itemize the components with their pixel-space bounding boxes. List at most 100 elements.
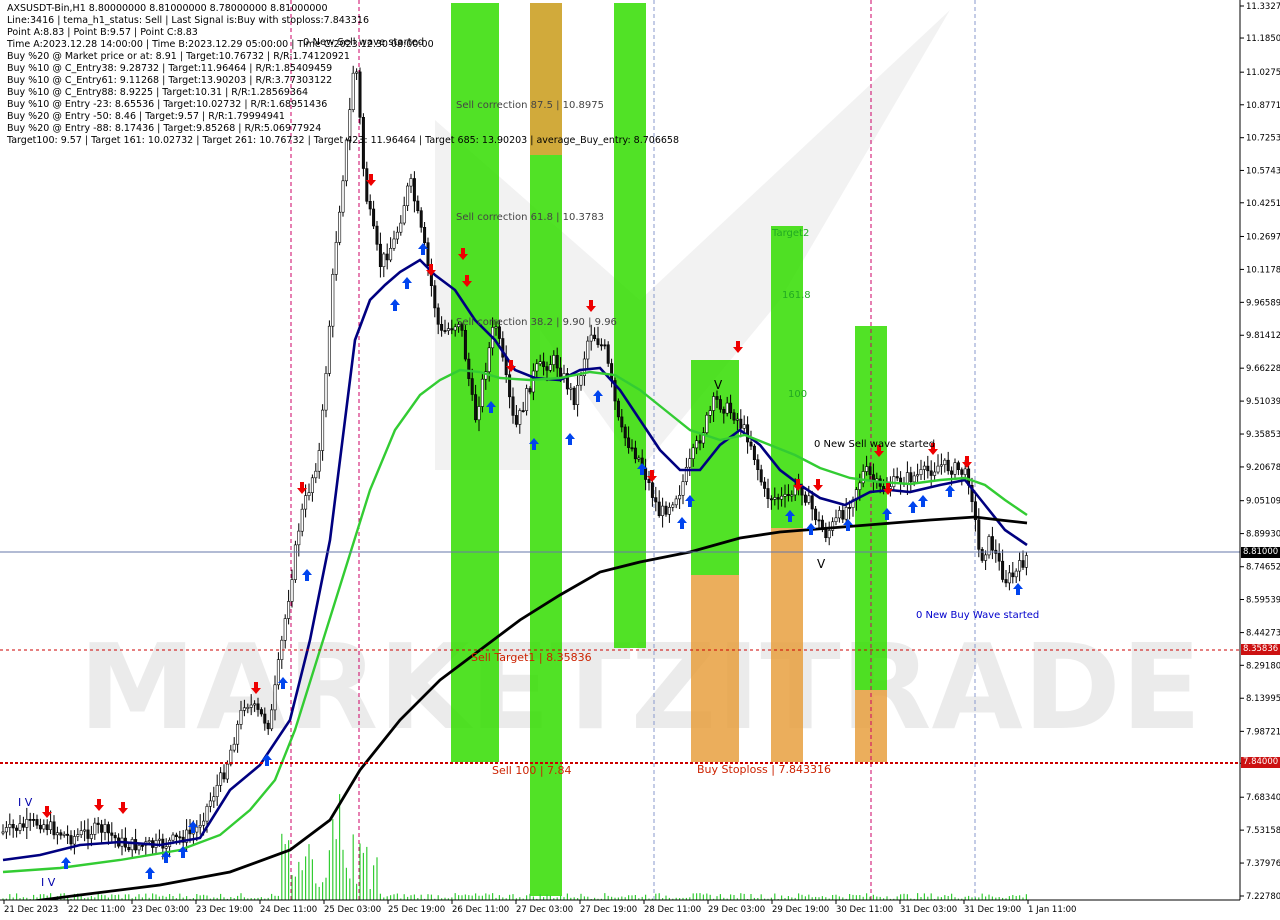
candle-body [416,200,420,211]
candle-body [219,772,223,786]
candle-body [49,821,53,830]
price-tick-label: 9.20678 [1246,463,1280,473]
price-tick-label: 8.13995 [1246,694,1280,704]
candle-body [423,227,427,244]
info-panel: AXSUSDT-Bin,H1 8.80000000 8.81000000 8.7… [7,3,679,147]
candle-body [572,387,576,406]
candle-body [86,829,90,839]
candle-body [246,707,250,709]
candle-body [776,497,780,500]
candle-body [766,488,770,499]
candle-body [695,440,699,449]
candle-body [514,415,518,425]
candle-body [334,242,338,275]
candle-body [953,462,957,475]
candle-body [4,827,8,833]
candle-body [222,772,226,780]
annotation-new-buy-wave: 0 New Buy Wave started [916,610,1040,621]
candle-body [412,178,416,202]
candle-body [739,418,743,429]
candle-body [868,466,872,475]
zone-bar [771,528,803,762]
candle-body [317,450,321,472]
candle-body [946,459,950,472]
candle-body [96,822,100,825]
candle-body [667,506,671,515]
candle-body [807,495,811,503]
candle-body [232,743,236,751]
price-tick-label: 11.1850 [1246,34,1280,44]
candle-body [11,823,15,829]
candle-body [256,703,260,710]
candle-body [606,344,610,364]
candle-body [708,410,712,416]
candle-body [174,834,178,838]
price-tick-label: 9.66228 [1246,364,1280,374]
candle-body [314,470,318,479]
candle-body [450,328,454,331]
candle-body [263,713,267,724]
time-tick-label: 23 Dec 03:00 [132,905,189,915]
candle-body [769,498,773,501]
price-tick-label: 8.59539 [1246,595,1280,605]
candle-body [242,707,246,711]
zone-bar [691,360,739,575]
candle-body [147,840,151,843]
candle-body [548,364,552,371]
price-tick-label: 9.81412 [1246,331,1280,341]
candle-body [103,824,107,833]
candle-body [409,178,413,187]
candle-body [810,495,814,510]
time-tick-label: 1 Jan 11:00 [1028,905,1076,915]
candle-body [45,824,49,831]
candle-body [290,579,294,602]
candle-body [633,447,637,460]
candle-body [52,821,56,836]
candle-body [331,273,335,327]
candle-body [426,242,430,267]
candle-body [171,834,175,841]
candle-body [69,835,73,845]
candle-body [576,384,580,405]
time-tick-label: 26 Dec 11:00 [452,905,509,915]
candle-body [1024,555,1028,568]
time-tick-label: 25 Dec 03:00 [324,905,381,915]
candle-body [827,530,831,539]
candle-body [419,210,423,228]
candle-body [72,836,76,845]
candle-body [382,253,386,267]
candle-body [15,827,19,831]
candle-body [208,800,212,807]
candle-body [1021,560,1025,568]
candle-body [212,796,216,802]
candle-body [678,494,682,500]
candle-body [657,501,661,516]
candle-body [956,462,960,471]
annotation-v-label-2: V [817,557,826,571]
candle-body [497,326,501,339]
candle-body [66,833,70,836]
price-tick-label: 7.68340 [1246,793,1280,803]
annotation-sell-correction-618: Sell correction 61.8 | 10.3783 [456,212,605,223]
candle-body [698,440,702,444]
candle-body [589,334,593,342]
candle-body [79,830,83,835]
price-tick-label: 10.2697 [1246,232,1280,242]
candle-body [443,330,447,332]
candle-body [936,465,940,473]
time-tick-label: 29 Dec 19:00 [772,905,829,915]
candle-body [239,709,243,725]
annotation-sell-correction-875: Sell correction 87.5 | 10.8975 [456,100,605,111]
candle-body [616,400,620,418]
price-tick-label: 9.35853 [1246,430,1280,440]
candle-body [732,412,736,421]
time-tick-label: 31 Dec 03:00 [900,905,957,915]
candle-body [837,510,841,519]
candle-body [834,517,838,522]
candle-body [178,836,182,839]
candle-body [1018,560,1022,572]
candle-body [926,465,930,472]
candle-body [858,482,862,490]
candle-body [399,222,403,233]
candle-body [273,684,277,711]
